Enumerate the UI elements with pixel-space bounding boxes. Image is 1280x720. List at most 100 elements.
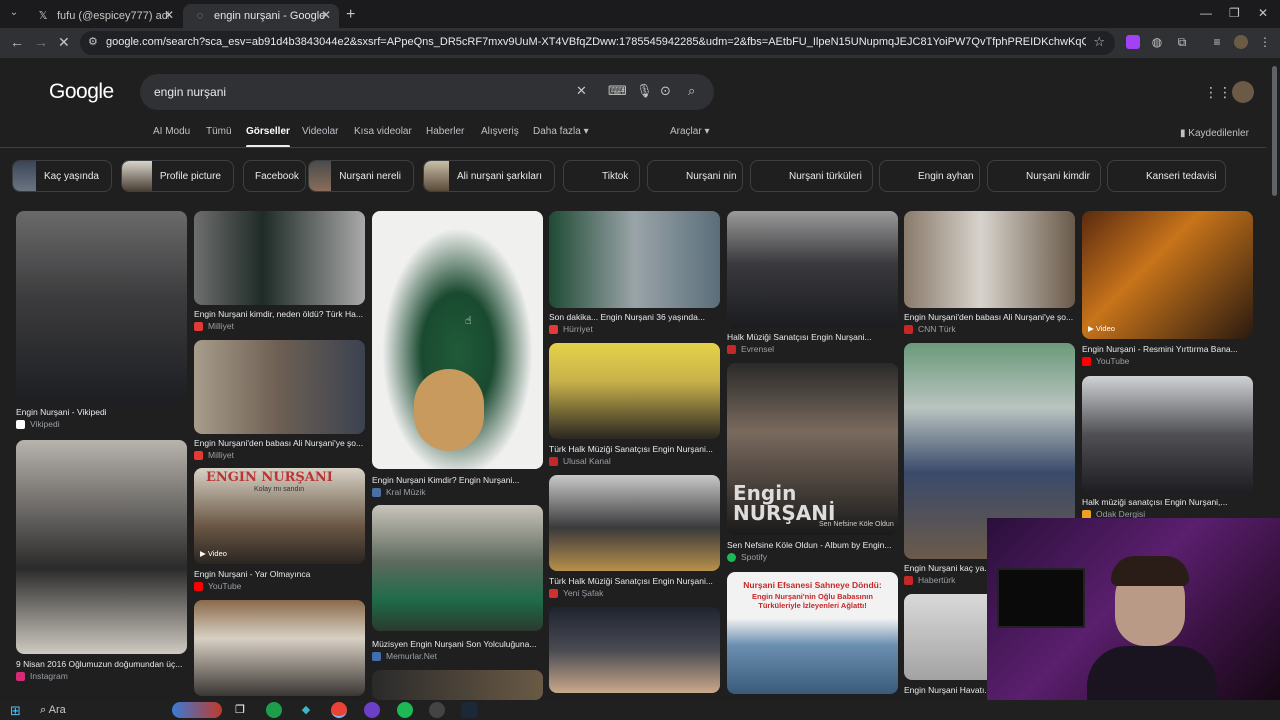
- tab-videos[interactable]: Videolar: [302, 126, 339, 137]
- result-source[interactable]: Vikipedi: [16, 419, 60, 429]
- task-view-icon[interactable]: ❐: [232, 702, 248, 718]
- image-result[interactable]: Engin Nurşani - Vikipedi Vikipedi: [16, 211, 187, 431]
- result-image[interactable]: [194, 600, 365, 696]
- chip[interactable]: Nurşani nin: [647, 160, 743, 192]
- taskbar-widget-icon[interactable]: [172, 702, 222, 718]
- image-result[interactable]: Son dakika... Engin Nurşani 36 yaşında..…: [549, 211, 720, 338]
- image-result[interactable]: Nurşani Efsanesi Sahneye Döndü: Engin Nu…: [727, 572, 898, 694]
- tab-all[interactable]: Tümü: [206, 126, 232, 137]
- result-source[interactable]: Yeni Şafak: [549, 588, 603, 598]
- spotify-icon[interactable]: [397, 702, 413, 718]
- result-image[interactable]: [372, 505, 543, 631]
- tab-ai-mode[interactable]: AI Modu: [153, 126, 190, 137]
- result-image[interactable]: [904, 211, 1075, 308]
- app-icon[interactable]: ◆: [298, 702, 314, 718]
- image-result[interactable]: 9 Nisan 2016 Oğlumuzun doğumundan üç... …: [16, 440, 187, 690]
- result-caption[interactable]: Müzisyen Engin Nurşani Son Yolculuğuna..…: [372, 639, 543, 649]
- result-image[interactable]: [1082, 376, 1253, 493]
- extension-icon[interactable]: [1126, 35, 1140, 49]
- image-result[interactable]: [194, 600, 365, 700]
- tab-news[interactable]: Haberler: [426, 126, 464, 137]
- result-caption[interactable]: Halk Müziği Sanatçısı Engin Nurşani...: [727, 332, 898, 342]
- google-logo[interactable]: Google: [49, 80, 114, 104]
- keyboard-icon[interactable]: ⌨: [608, 83, 627, 99]
- result-image[interactable]: [372, 670, 543, 700]
- result-image[interactable]: [549, 607, 720, 693]
- clear-icon[interactable]: ✕: [576, 83, 587, 99]
- chip[interactable]: Facebook: [243, 160, 306, 192]
- search-box[interactable]: engin nurşani ✕ ⌨ 🎙 ⊙ ⌕: [140, 74, 714, 110]
- result-source[interactable]: Milliyet: [194, 450, 234, 460]
- result-caption[interactable]: Halk müziği sanatçısı Engin Nurşani,...: [1082, 497, 1253, 507]
- result-image[interactable]: Nurşani Efsanesi Sahneye Döndü: Engin Nu…: [727, 572, 898, 694]
- tab-shopping[interactable]: Alışveriş: [481, 126, 519, 137]
- result-image[interactable]: Engin NURŞANİ Sen Nefsine Köle Oldun: [727, 363, 898, 535]
- result-source[interactable]: Milliyet: [194, 321, 234, 331]
- restore-icon[interactable]: ❐: [1229, 6, 1240, 20]
- result-source[interactable]: Ulusal Kanal: [549, 456, 611, 466]
- search-icon[interactable]: ⌕: [688, 83, 695, 99]
- image-result[interactable]: [549, 607, 720, 697]
- app-icon[interactable]: [364, 702, 380, 718]
- app-icon[interactable]: [266, 702, 282, 718]
- scrollbar-thumb[interactable]: [1272, 66, 1277, 196]
- image-result[interactable]: Türk Halk Müziği Sanatçısı Engin Nurşani…: [549, 475, 720, 601]
- result-source[interactable]: Habertürk: [904, 575, 955, 585]
- image-result[interactable]: Engin NURŞANİ Sen Nefsine Köle Oldun Sen…: [727, 363, 898, 563]
- result-source[interactable]: Hürriyet: [549, 324, 593, 334]
- result-image[interactable]: [1082, 211, 1253, 339]
- site-info-icon[interactable]: ⚙: [88, 35, 98, 48]
- image-result[interactable]: Engin Nurşani Kimdir? Engin Nurşani... K…: [372, 211, 543, 497]
- result-image[interactable]: [16, 440, 187, 654]
- result-caption[interactable]: Engin Nurşani kimdir, neden öldü? Türk H…: [194, 309, 365, 319]
- image-result[interactable]: Halk Müziği Sanatçısı Engin Nurşani... E…: [727, 211, 898, 357]
- chip[interactable]: Profile picture: [121, 160, 234, 192]
- account-avatar[interactable]: [1232, 81, 1254, 103]
- result-caption[interactable]: Engin Nurşani Kimdir? Engin Nurşani...: [372, 475, 543, 485]
- result-source[interactable]: YouTube: [1082, 356, 1129, 366]
- chip[interactable]: Engin ayhan: [879, 160, 980, 192]
- result-caption[interactable]: 9 Nisan 2016 Oğlumuzun doğumundan üç...: [16, 659, 187, 669]
- result-image[interactable]: [727, 211, 898, 328]
- result-source[interactable]: Instagram: [16, 671, 68, 681]
- windows-start-icon[interactable]: ⊞: [10, 703, 21, 719]
- extensions-puzzle-icon[interactable]: ⧉: [1175, 35, 1189, 49]
- search-input[interactable]: engin nurşani: [154, 85, 226, 99]
- bookmark-star-icon[interactable]: ☆: [1093, 34, 1105, 50]
- result-caption[interactable]: Türk Halk Müziği Sanatçısı Engin Nurşani…: [549, 444, 720, 454]
- result-image[interactable]: [16, 211, 187, 403]
- result-source[interactable]: Memurlar.Net: [372, 651, 437, 661]
- result-image[interactable]: [549, 343, 720, 439]
- image-result[interactable]: Engin Nurşani'den babası Ali Nurşani'ye …: [904, 211, 1075, 338]
- reading-list-icon[interactable]: ≡: [1210, 35, 1224, 49]
- minimize-icon[interactable]: —: [1200, 6, 1212, 20]
- chip[interactable]: Tiktok: [563, 160, 640, 192]
- result-caption[interactable]: Engin Nurşani'den babası Ali Nurşani'ye …: [194, 438, 365, 448]
- steam-icon[interactable]: [461, 702, 477, 718]
- chip[interactable]: Kaç yaşında: [12, 160, 112, 192]
- result-image[interactable]: [194, 340, 365, 434]
- chrome-icon[interactable]: [331, 702, 347, 718]
- menu-kebab-icon[interactable]: ⋮: [1258, 35, 1272, 49]
- tab-search-icon[interactable]: ⌄: [6, 5, 22, 21]
- tab-short-videos[interactable]: Kısa videolar: [354, 126, 412, 137]
- chip[interactable]: Nurşani türküleri: [750, 160, 873, 192]
- image-result[interactable]: Halk müziği sanatçısı Engin Nurşani,... …: [1082, 376, 1253, 520]
- chip[interactable]: Nurşani nereli: [308, 160, 414, 192]
- result-image[interactable]: [372, 211, 543, 469]
- result-source[interactable]: Kral Müzik: [372, 487, 426, 497]
- result-source[interactable]: YouTube: [194, 581, 241, 591]
- image-result[interactable]: ▶ Video Engin Nurşani - Resmini Yırttırm…: [1082, 211, 1253, 369]
- image-result[interactable]: Engin Nurşani kimdir, neden öldü? Türk H…: [194, 211, 365, 335]
- close-tab-icon[interactable]: ✕: [321, 8, 331, 22]
- taskbar-search[interactable]: ⌕ Ara: [40, 704, 66, 717]
- chip[interactable]: Kanseri tedavisi: [1107, 160, 1226, 192]
- lens-icon[interactable]: ⊙: [660, 83, 671, 99]
- result-caption[interactable]: Türk Halk Müziği Sanatçısı Engin Nurşani…: [549, 576, 720, 586]
- microphone-icon[interactable]: 🎙: [636, 83, 653, 99]
- saved-button[interactable]: ▮ Kaydedilenler: [1180, 128, 1249, 139]
- result-source[interactable]: CNN Türk: [904, 324, 956, 334]
- image-result[interactable]: Türk Halk Müziği Sanatçısı Engin Nurşani…: [549, 343, 720, 469]
- result-caption[interactable]: Engin Nurşani'den babası Ali Nurşani'ye …: [904, 312, 1075, 322]
- image-result[interactable]: [372, 670, 543, 700]
